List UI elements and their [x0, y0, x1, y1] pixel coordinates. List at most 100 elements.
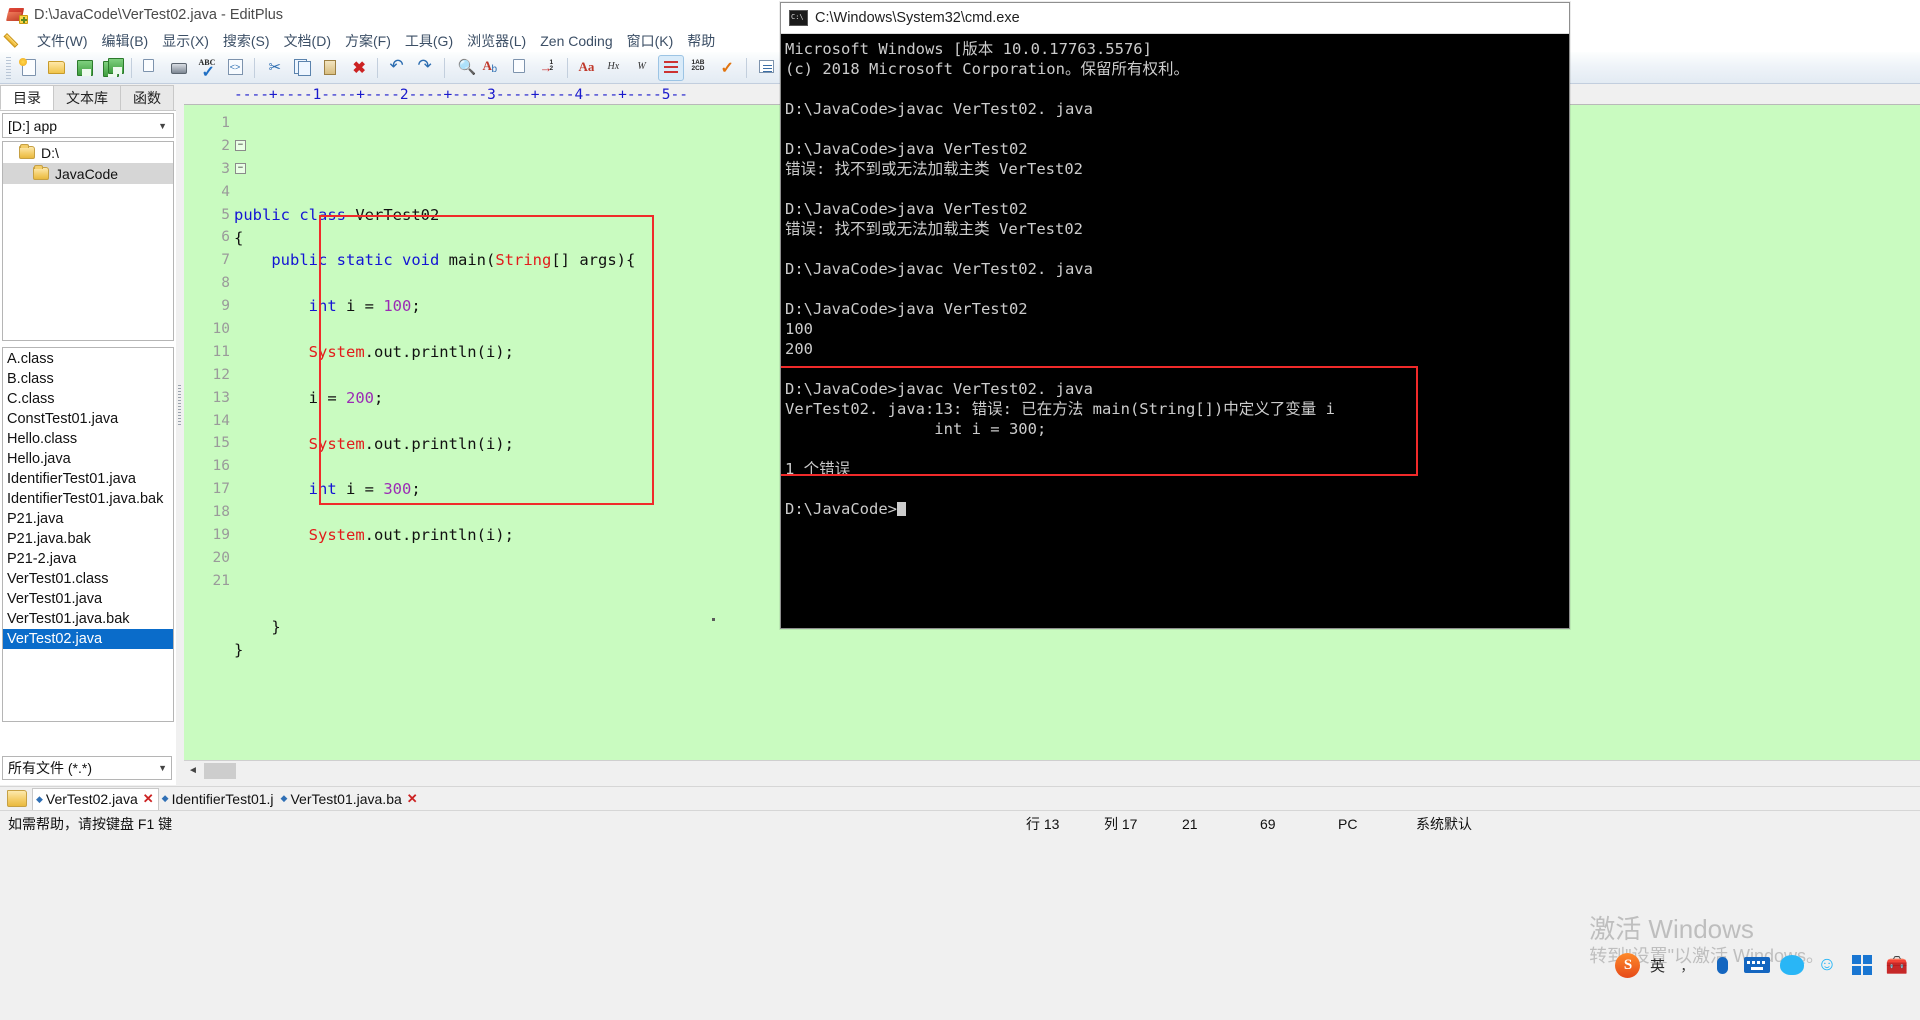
code-token: VerTest02 [346, 205, 440, 224]
code-token: void [402, 251, 440, 270]
print-button[interactable] [166, 55, 192, 81]
menu-item-search[interactable]: 搜索(S) [216, 29, 277, 52]
cmd-window[interactable]: C:\Windows\System32\cmd.exe Microsoft Wi… [780, 2, 1570, 629]
list-item[interactable]: VerTest01.java.bak [3, 609, 173, 629]
line-number: 14 [212, 412, 230, 429]
file-filter-selector[interactable]: 所有文件 (*.*) ▼ [2, 756, 172, 780]
align-button[interactable] [658, 54, 684, 81]
print-preview-button[interactable] [138, 55, 164, 81]
menu-item-project[interactable]: 方案(F) [338, 29, 398, 52]
list-item[interactable]: ConstTest01.java [3, 409, 173, 429]
toggle-case-button[interactable]: 1AB 2CD [686, 55, 712, 81]
paste-button[interactable] [317, 55, 343, 81]
emoji-icon[interactable]: ☺ [1814, 952, 1840, 978]
list-item[interactable]: C.class [3, 389, 173, 409]
view-source-button[interactable]: <> [222, 55, 248, 81]
redo-button[interactable]: ↷ [412, 55, 438, 81]
close-icon[interactable]: ✕ [407, 791, 418, 807]
drive-selector[interactable]: [D:] app ▼ [2, 113, 174, 138]
menu-item-help[interactable]: 帮助 [680, 29, 722, 52]
tab-function[interactable]: 函数 [120, 85, 174, 110]
list-item[interactable]: IdentifierTest01.java [3, 469, 173, 489]
cut-button[interactable]: ✂ [261, 55, 287, 81]
menu-item-zencoding[interactable]: Zen Coding [533, 31, 619, 51]
menu-item-window[interactable]: 窗口(K) [620, 29, 681, 52]
tab-directory[interactable]: 目录 [0, 85, 54, 110]
hex-view-button[interactable]: Hx [602, 55, 628, 81]
scroll-left-icon[interactable]: ◄ [184, 761, 202, 780]
spellcheck-button[interactable]: ABC ✓ [194, 55, 220, 81]
undo-button[interactable]: ↶ [384, 55, 410, 81]
tree-item-javacode[interactable]: JavaCode [3, 163, 173, 184]
code-token: main( [439, 251, 496, 270]
menu-item-edit[interactable]: 编辑(B) [95, 29, 156, 52]
list-item[interactable]: Hello.java [3, 449, 173, 469]
sogou-input-icon[interactable]: S [1615, 952, 1641, 978]
document-tab-identifiertest01[interactable]: ◆ IdentifierTest01.j [158, 787, 278, 810]
status-line: 行 13 [1026, 815, 1060, 832]
font-button[interactable]: Aa [574, 55, 600, 81]
goto-line-button[interactable]: → 1 2 [535, 55, 561, 81]
diamond-icon: ◆ [161, 793, 169, 803]
close-icon[interactable]: ✕ [143, 791, 154, 807]
menu-item-browser[interactable]: 浏览器(L) [460, 29, 533, 52]
list-item[interactable]: VerTest01.java [3, 589, 173, 609]
copy-button[interactable] [289, 55, 315, 81]
open-file-button[interactable] [43, 55, 69, 81]
word-wrap-button[interactable]: W [630, 55, 656, 81]
menu-item-view[interactable]: 显示(X) [155, 29, 216, 52]
list-item[interactable]: B.class [3, 369, 173, 389]
document-tab-vertest01-bak[interactable]: ◆ VerTest01.java.ba ✕ [277, 787, 422, 810]
toolbox-icon[interactable]: 🧰 [1884, 952, 1910, 978]
scrollbar-thumb[interactable] [204, 762, 236, 779]
keyboard-icon[interactable] [1744, 952, 1770, 978]
replace-button[interactable]: Ab [479, 55, 505, 81]
find-button[interactable]: 🔍 [451, 55, 477, 81]
tab-cliptext[interactable]: 文本库 [53, 85, 121, 110]
save-button[interactable] [71, 55, 97, 81]
list-item-selected[interactable]: VerTest02.java [3, 629, 173, 649]
save-all-button[interactable] [99, 55, 125, 81]
menu-item-tools[interactable]: 工具(G) [398, 29, 460, 52]
ime-punctuation-icon[interactable]: ， [1674, 952, 1700, 978]
diamond-icon: ◆ [280, 793, 288, 803]
menu-item-document[interactable]: 文档(D) [277, 29, 338, 52]
list-item[interactable]: A.class [3, 349, 173, 369]
list-item[interactable]: VerTest01.class [3, 569, 173, 589]
folder-icon [33, 165, 49, 180]
delete-button[interactable]: ✖ [345, 55, 371, 81]
list-item[interactable]: Hello.class [3, 429, 173, 449]
find-in-files-button[interactable] [507, 55, 533, 81]
document-tab-vertest02[interactable]: ◆ VerTest02.java ✕ [32, 787, 159, 810]
toolbar-separator [131, 57, 132, 78]
mark-button[interactable]: ✓ [714, 55, 740, 81]
list-view-button[interactable] [753, 55, 779, 81]
console-line: 错误: 找不到或无法加载主类 VerTest02 [785, 220, 1083, 238]
console-icon [789, 10, 808, 26]
list-item[interactable]: IdentifierTest01.java.bak [3, 489, 173, 509]
toolbar-grip[interactable] [6, 56, 11, 79]
cmd-titlebar[interactable]: C:\Windows\System32\cmd.exe [781, 3, 1569, 34]
code-line[interactable] [234, 661, 1920, 684]
panel-splitter[interactable] [176, 85, 184, 785]
ime-mode-label[interactable]: 英 [1650, 955, 1665, 976]
status-column: 列 17 [1104, 815, 1138, 832]
cmd-output[interactable]: Microsoft Windows [版本 10.0.17763.5576] (c… [781, 35, 1569, 628]
list-item[interactable]: P21.java [3, 509, 173, 529]
code-line[interactable]: } [234, 639, 1920, 662]
bird-icon[interactable] [1779, 952, 1805, 978]
list-item[interactable]: P21.java.bak [3, 529, 173, 549]
tree-item-drive[interactable]: D:\ [3, 142, 173, 163]
new-file-button[interactable] [15, 55, 41, 81]
directory-tree[interactable]: D:\ JavaCode [2, 141, 174, 341]
file-list[interactable]: A.class B.class C.class ConstTest01.java… [2, 347, 174, 722]
list-item[interactable]: P21-2.java [3, 549, 173, 569]
microphone-icon[interactable] [1709, 952, 1735, 978]
line-number: 8 [221, 275, 230, 292]
menu-item-file[interactable]: 文件(W) [30, 29, 95, 52]
editor-horizontal-scrollbar[interactable]: ◄ [184, 760, 1920, 780]
apps-grid-icon[interactable] [1849, 952, 1875, 978]
